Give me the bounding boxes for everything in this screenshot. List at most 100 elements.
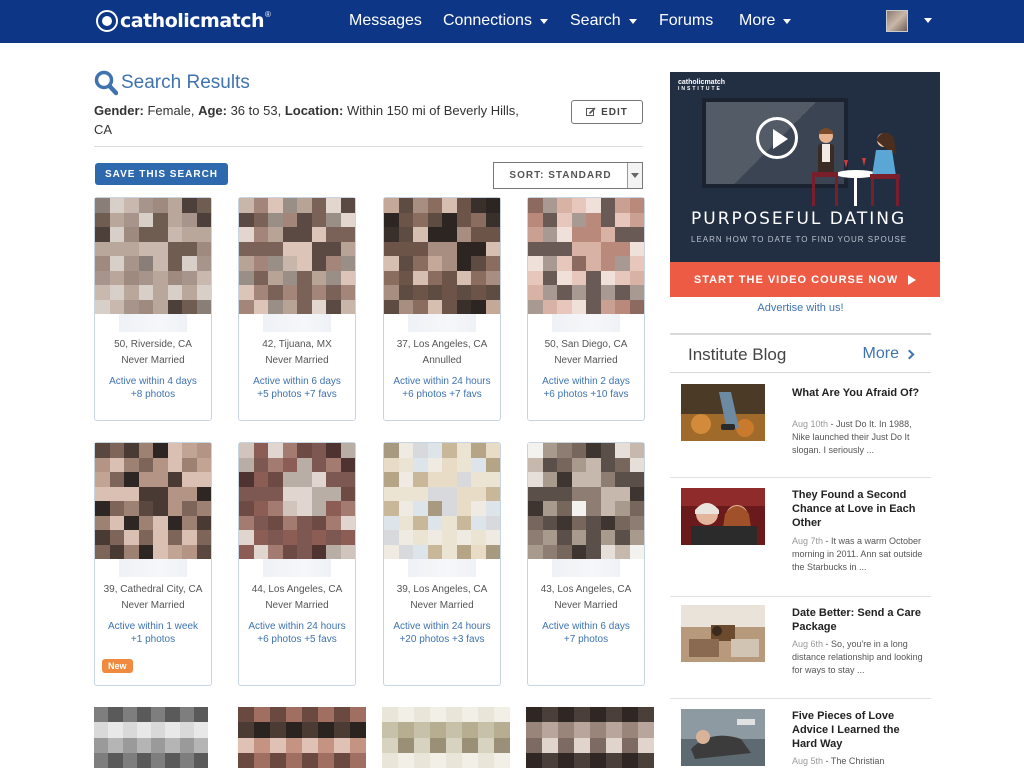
start-video-course-button[interactable]: START THE VIDEO COURSE NOW	[670, 262, 940, 297]
blog-post[interactable]: What Are You Afraid Of? Aug 10th - Just …	[670, 374, 931, 478]
profile-activity: Active within 24 hours	[393, 621, 491, 632]
profile-photo-count[interactable]: +6 photos +7 favs	[384, 388, 500, 401]
avatar-chevron-down-icon[interactable]	[924, 18, 932, 23]
save-search-button[interactable]: SAVE THIS SEARCH	[95, 163, 228, 185]
profile-card[interactable]: 50, San Diego, CA Never Married Active wit…	[527, 197, 645, 421]
profile-card[interactable]: 44, Los Angeles, CA Never Married Active w…	[238, 442, 356, 686]
institute-logo: catholicmatch INSTITUTE	[678, 79, 726, 92]
search-criteria: Gender: Female, Age: 36 to 53, Location:…	[94, 103, 519, 137]
username-blurred[interactable]	[408, 559, 476, 577]
advertise-link[interactable]: Advertise with us!	[670, 302, 931, 314]
profile-photo-pixelated	[528, 443, 644, 559]
profile-activity: Active within 2 days	[542, 376, 630, 387]
profile-photo-count[interactable]: +5 photos +7 favs	[239, 388, 355, 401]
nav-more[interactable]: More	[739, 12, 792, 30]
nav-messages[interactable]: Messages	[349, 12, 422, 30]
profile-marital-status: Never Married	[121, 355, 185, 366]
profile-photo-count[interactable]: +6 photos +10 favs	[528, 388, 644, 401]
username-blurred[interactable]	[263, 314, 331, 332]
profile-photo-partial[interactable]	[382, 707, 510, 768]
profile-photo[interactable]	[239, 443, 355, 559]
nav-forums[interactable]: Forums	[659, 12, 713, 30]
username-blurred[interactable]	[119, 559, 187, 577]
sort-select[interactable]: SORT: STANDARD	[493, 162, 643, 189]
pencil-icon	[586, 107, 596, 116]
profile-photo[interactable]	[239, 198, 355, 314]
profile-photo[interactable]	[528, 198, 644, 314]
profile-photo-count[interactable]: +7 photos	[528, 633, 644, 646]
profile-marital-status: Never Married	[554, 355, 618, 366]
chevron-down-icon	[783, 18, 792, 24]
chevron-down-icon	[539, 18, 548, 24]
profile-photo[interactable]	[384, 198, 500, 314]
profile-location: 43, Los Angeles, CA	[540, 584, 632, 595]
username-blurred[interactable]	[552, 314, 620, 332]
profile-card[interactable]: 43, Los Angeles, CA Never Married Active w…	[527, 442, 645, 686]
blog-title: Institute Blog	[688, 345, 787, 364]
profile-photo-count[interactable]: +1 photos	[95, 633, 211, 646]
username-blurred[interactable]	[263, 559, 331, 577]
profile-photo-partial[interactable]	[526, 707, 654, 768]
profile-location: 44, Los Angeles, CA	[251, 584, 343, 595]
institute-blog-header: Institute Blog More	[670, 333, 931, 373]
profile-activity: Active within 1 week	[107, 621, 199, 632]
blog-post[interactable]: Five Pieces of Love Advice I Learned the…	[670, 699, 931, 768]
blog-post[interactable]: Date Better: Send a Care Package Aug 6th…	[670, 597, 931, 699]
profile-location: 39, Los Angeles, CA	[396, 584, 488, 595]
play-icon[interactable]	[756, 117, 798, 159]
profile-location: 39, Cathedral City, CA	[103, 584, 203, 595]
edit-search-button[interactable]: EDIT	[571, 100, 643, 124]
profile-marital-status: Never Married	[121, 600, 185, 611]
blog-post-thumbnail	[681, 384, 765, 441]
dating-couple-illustration	[812, 128, 900, 206]
play-arrow-icon	[908, 274, 917, 285]
username-blurred[interactable]	[119, 314, 187, 332]
profile-card[interactable]: 42, Tijuana, MX Never Married Active withi…	[238, 197, 356, 421]
blog-post-thumbnail	[681, 709, 765, 766]
ad-subline: LEARN HOW TO DATE TO FIND YOUR SPOUSE	[691, 235, 908, 244]
profile-photo-partial[interactable]	[238, 707, 366, 768]
institute-ad-banner[interactable]: catholicmatch INSTITUTE PURPOSEFUL DATIN…	[670, 72, 940, 297]
logo-text: catholicmatch	[120, 10, 265, 32]
logo-reg: ®	[265, 9, 271, 19]
blog-post-thumbnail	[681, 488, 765, 545]
user-avatar[interactable]	[886, 10, 908, 32]
profile-card[interactable]: 50, Riverside, CA Never Married Active wit…	[94, 197, 212, 421]
profile-photo-pixelated	[95, 198, 211, 314]
profile-location: 37, Los Angeles, CA	[396, 339, 488, 350]
blog-post-thumbnail	[681, 605, 765, 662]
profile-photo-partial[interactable]	[94, 707, 208, 768]
top-navbar: catholicmatch ® Messages Connections Sea…	[0, 0, 1024, 43]
blog-more-link[interactable]: More	[863, 345, 915, 363]
profile-photo-count[interactable]: +6 photos +5 favs	[239, 633, 355, 646]
profile-photo-pixelated	[384, 443, 500, 559]
nav-search[interactable]: Search	[570, 12, 637, 30]
profile-card[interactable]: 37, Los Angeles, CA Annulled Active within…	[383, 197, 501, 421]
profile-activity: Active within 4 days	[109, 376, 197, 387]
profile-marital-status: Never Married	[265, 600, 329, 611]
blog-post[interactable]: They Found a Second Chance at Love in Ea…	[670, 478, 931, 597]
profile-marital-status: Never Married	[554, 600, 618, 611]
profile-photo-count[interactable]: +20 photos +3 favs	[384, 633, 500, 646]
nav-connections[interactable]: Connections	[443, 12, 548, 30]
profile-card[interactable]: 39, Los Angeles, CA Never Married Active w…	[383, 442, 501, 686]
header-divider	[94, 146, 643, 147]
profile-location: 50, San Diego, CA	[544, 339, 628, 350]
profile-location: 50, Riverside, CA	[114, 339, 192, 350]
profile-activity: Active within 24 hours	[248, 621, 346, 632]
profile-activity: Active within 24 hours	[393, 376, 491, 387]
chevron-right-icon	[904, 349, 915, 359]
profile-marital-status: Never Married	[265, 355, 329, 366]
profile-photo-pixelated	[384, 198, 500, 314]
profile-card[interactable]: 39, Cathedral City, CA Never Married Activ…	[94, 442, 212, 686]
new-badge: New	[102, 659, 133, 673]
profile-photo[interactable]	[528, 443, 644, 559]
profile-photo[interactable]	[384, 443, 500, 559]
profile-photo-count[interactable]: +8 photos	[95, 388, 211, 401]
username-blurred[interactable]	[552, 559, 620, 577]
profile-photo[interactable]	[95, 198, 211, 314]
profile-photo[interactable]	[95, 443, 211, 559]
catholicmatch-logo[interactable]: catholicmatch ®	[96, 9, 271, 33]
username-blurred[interactable]	[408, 314, 476, 332]
page-title: Search Results	[121, 72, 250, 93]
